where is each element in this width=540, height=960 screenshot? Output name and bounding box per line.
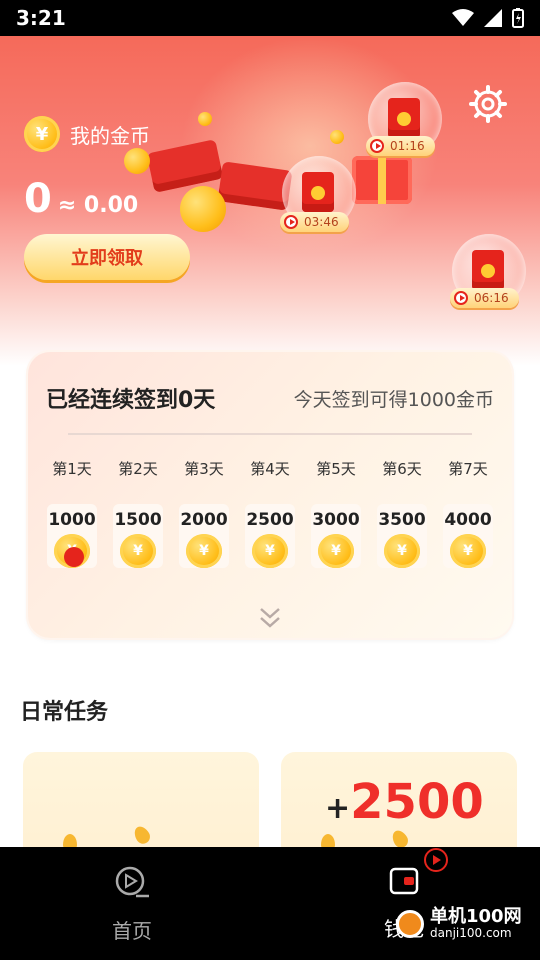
day-amount: 1500 bbox=[114, 510, 162, 530]
red-packet-icon bbox=[388, 98, 420, 138]
red-packet-timer: 06:16 bbox=[450, 288, 519, 308]
system-icons bbox=[452, 8, 524, 28]
clock: 3:21 bbox=[16, 6, 66, 30]
daily-tasks-title: 日常任务 bbox=[20, 700, 109, 725]
coin-icon: ¥ bbox=[186, 534, 222, 568]
day-label: 第5天 bbox=[316, 460, 356, 478]
day-amount: 3000 bbox=[312, 510, 360, 530]
checkin-day[interactable]: 第1天 1000 ¥ bbox=[45, 458, 99, 568]
coin-illustration bbox=[180, 186, 226, 232]
tab-label: 首页 bbox=[112, 919, 152, 943]
checkin-day[interactable]: 第7天 4000 ¥ bbox=[441, 458, 495, 568]
coin-header: ¥ 我的金币 0 ≈ 0.00 立即领取 01:16 03:46 06:16 bbox=[0, 36, 540, 366]
reward-plus: + bbox=[325, 791, 351, 826]
gear-icon[interactable] bbox=[468, 84, 508, 124]
red-packet-timer: 03:46 bbox=[280, 212, 349, 232]
task-reward: +2500 bbox=[325, 774, 484, 830]
day-label: 第7天 bbox=[448, 460, 488, 478]
day-label: 第6天 bbox=[382, 460, 422, 478]
play-icon bbox=[454, 291, 468, 305]
checkin-day[interactable]: 第3天 2000 ¥ bbox=[177, 458, 231, 568]
coin-icon: ¥ bbox=[24, 116, 60, 152]
checkin-days: 第1天 1000 ¥ 第2天 1500 ¥ 第3天 2000 ¥ 第4天 250… bbox=[45, 458, 495, 568]
reward-amount: 2500 bbox=[350, 774, 484, 830]
coin-icon: ¥ bbox=[318, 534, 354, 568]
wallet-icon bbox=[389, 867, 419, 895]
task-card[interactable] bbox=[23, 752, 259, 862]
tab-home[interactable]: 首页 bbox=[112, 865, 152, 944]
coin-title-row: ¥ 我的金币 bbox=[24, 116, 150, 152]
coin-icon: ¥ bbox=[252, 534, 288, 568]
coin-drop-illustration bbox=[131, 823, 153, 847]
red-packet-timer: 01:16 bbox=[366, 136, 435, 156]
day-reward-box: 3500 ¥ bbox=[377, 504, 427, 568]
coin-balance: 0 ≈ 0.00 bbox=[24, 176, 138, 222]
checkin-card: 已经连续签到0天 今天签到可得1000金币 第1天 1000 ¥ 第2天 150… bbox=[28, 352, 512, 638]
chevron-double-down-icon[interactable] bbox=[256, 606, 284, 630]
balance-coins: 0 bbox=[24, 176, 52, 222]
checkin-hint: 今天签到可得1000金币 bbox=[293, 389, 494, 411]
day-reward-box: 4000 ¥ bbox=[443, 504, 493, 568]
day-amount: 2500 bbox=[246, 510, 294, 530]
watermark-text: 单机100网 danji100.com bbox=[430, 906, 522, 940]
balance-money: ≈ 0.00 bbox=[57, 193, 139, 218]
day-label: 第2天 bbox=[118, 460, 158, 478]
coin-icon: ¥ bbox=[450, 534, 486, 568]
video-badge-icon bbox=[424, 848, 448, 872]
bottom-tab-bar: 首页 钱包 bbox=[0, 847, 540, 960]
status-bar: 3:21 bbox=[0, 0, 540, 36]
coin-icon: ¥ bbox=[384, 534, 420, 568]
checkin-day[interactable]: 第4天 2500 ¥ bbox=[243, 458, 297, 568]
coin-illustration bbox=[330, 130, 344, 144]
day-reward-box: 2000 ¥ bbox=[179, 504, 229, 568]
divider bbox=[68, 433, 472, 435]
checkin-streak: 已经连续签到0天 bbox=[46, 388, 216, 413]
day-reward-box: 2500 ¥ bbox=[245, 504, 295, 568]
video-play-icon bbox=[115, 866, 149, 898]
day-label: 第3天 bbox=[184, 460, 224, 478]
claim-button[interactable]: 立即领取 bbox=[24, 234, 190, 280]
day-reward-box: 3000 ¥ bbox=[311, 504, 361, 568]
play-icon bbox=[284, 215, 298, 229]
site-watermark: 单机100网 danji100.com bbox=[396, 906, 522, 940]
day-amount: 2000 bbox=[180, 510, 228, 530]
gift-box-illustration bbox=[352, 156, 412, 204]
wifi-icon bbox=[452, 9, 474, 26]
coin-icon: ¥ bbox=[120, 534, 156, 568]
red-packet-icon bbox=[302, 172, 334, 212]
checkin-day[interactable]: 第2天 1500 ¥ bbox=[111, 458, 165, 568]
battery-icon bbox=[512, 8, 524, 28]
watermark-logo bbox=[396, 909, 424, 938]
signal-icon bbox=[484, 9, 502, 27]
play-icon bbox=[370, 139, 384, 153]
coin-illustration bbox=[198, 112, 212, 126]
day-label: 第1天 bbox=[52, 460, 92, 478]
checkin-day[interactable]: 第5天 3000 ¥ bbox=[309, 458, 363, 568]
day-amount: 1000 bbox=[48, 510, 96, 530]
checkin-day[interactable]: 第6天 3500 ¥ bbox=[375, 458, 429, 568]
coin-label: 我的金币 bbox=[70, 123, 150, 148]
red-packet-icon bbox=[472, 250, 504, 290]
day-amount: 4000 bbox=[444, 510, 492, 530]
coin-illustration bbox=[124, 148, 150, 174]
coin-icon: ¥ bbox=[54, 534, 90, 568]
day-reward-box: 1500 ¥ bbox=[113, 504, 163, 568]
task-card[interactable]: +2500 bbox=[281, 752, 517, 862]
day-reward-box: 1000 ¥ bbox=[47, 504, 97, 568]
day-label: 第4天 bbox=[250, 460, 290, 478]
day-amount: 3500 bbox=[378, 510, 426, 530]
